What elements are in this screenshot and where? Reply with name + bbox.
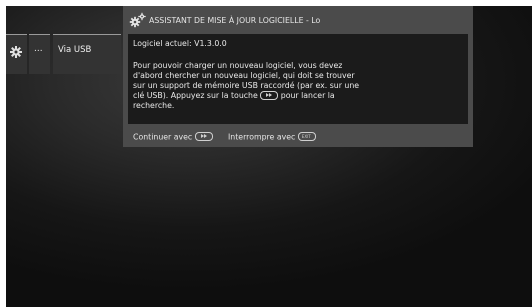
dialog-body: Logiciel actuel: V1.3.0.0 Pour pouvoir c… [128, 34, 468, 124]
info-line: sur un support de mémoire USB raccordé (… [133, 81, 360, 90]
menu-tile-more[interactable]: ... [29, 34, 50, 74]
menu-tile-settings[interactable] [6, 34, 27, 74]
current-software-version: Logiciel actuel: V1.3.0.0 [133, 39, 227, 48]
dialog-title: ASSISTANT DE MISE À JOUR LOGICIELLE - Lo [149, 16, 321, 25]
exit-key-text: EXIT [301, 133, 311, 139]
info-line-part: pour lancer la [280, 91, 335, 100]
software-update-dialog: ASSISTANT DE MISE À JOUR LOGICIELLE - Lo… [123, 6, 473, 147]
info-line-with-key: clé USB). Appuyez sur la touche pour lan… [133, 90, 383, 101]
exit-key-icon: EXIT [297, 131, 316, 141]
gear-icon [10, 46, 22, 58]
play-key-icon [194, 131, 213, 141]
abort-action[interactable]: Interrompre avec EXIT [228, 131, 316, 142]
more-label: ... [34, 44, 43, 54]
info-line: d'abord chercher un nouveau logiciel, qu… [133, 71, 355, 80]
menu-tile-via-usb[interactable]: Via USB [53, 34, 121, 74]
continue-action[interactable]: Continuer avec [133, 131, 213, 142]
abort-label: Interrompre avec [228, 132, 296, 142]
gears-icon [129, 12, 146, 28]
info-line: recherche. [133, 101, 175, 110]
info-line: Pour pouvoir charger un nouveau logiciel… [133, 61, 343, 70]
info-text: Pour pouvoir charger un nouveau logiciel… [133, 61, 383, 111]
dialog-footer: Continuer avec Interrompre avec EXIT [123, 124, 473, 147]
dialog-header: ASSISTANT DE MISE À JOUR LOGICIELLE - Lo [123, 6, 473, 34]
info-line-part: clé USB). Appuyez sur la touche [133, 91, 258, 100]
play-key-icon [260, 90, 279, 100]
via-usb-label: Via USB [58, 45, 92, 55]
continue-label: Continuer avec [133, 132, 193, 142]
tv-screen: ... Via USB ASSISTANT DE MISE À JOUR LOG… [6, 6, 532, 307]
